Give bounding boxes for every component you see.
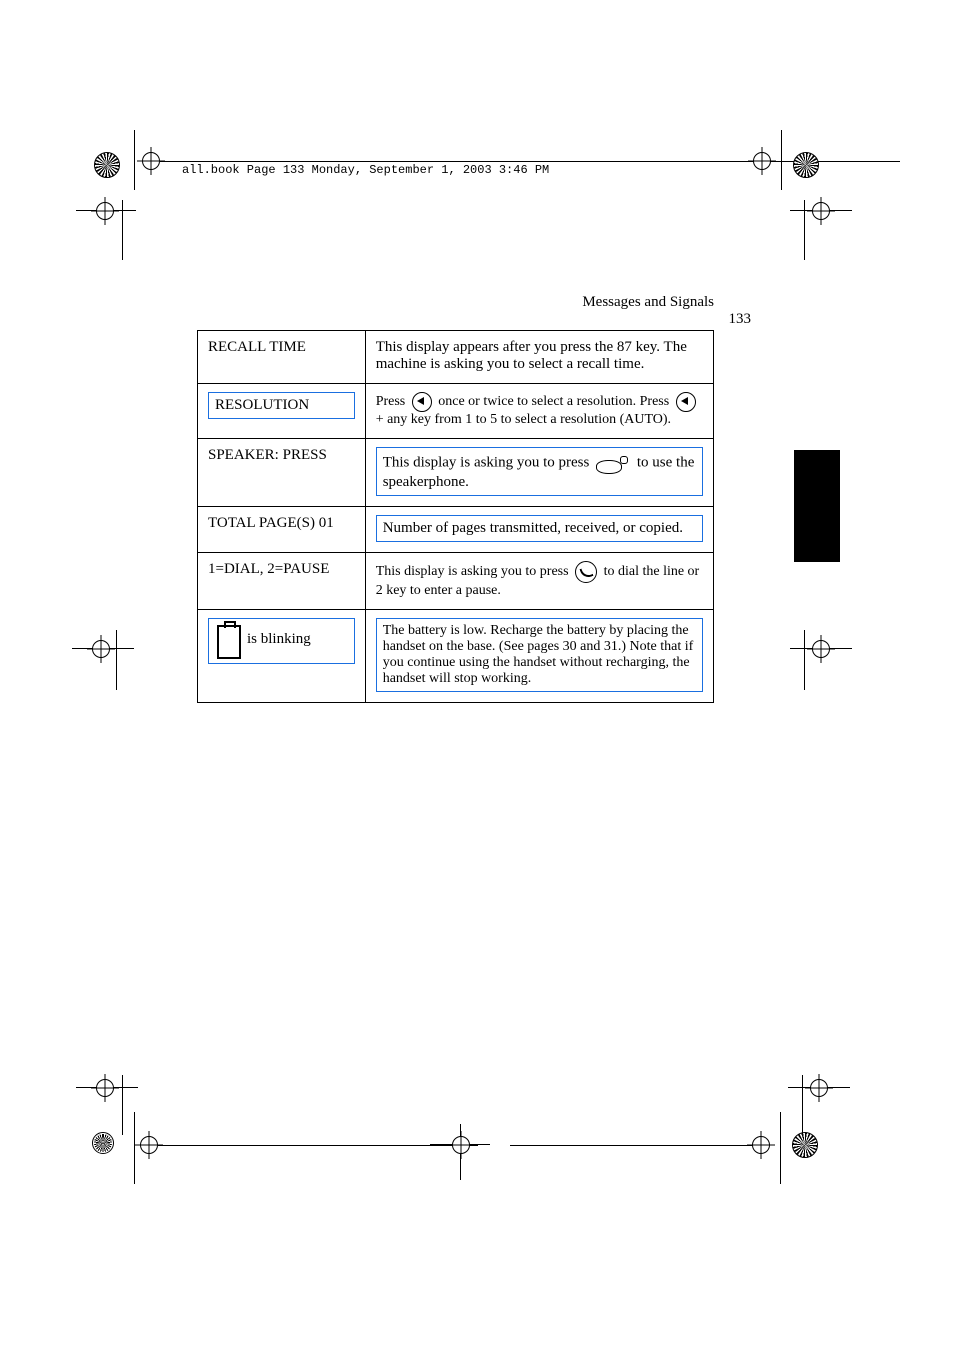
- desc-text: Number of pages transmitted, received, o…: [383, 520, 683, 536]
- message-cell: TOTAL PAGE(S) 01: [198, 507, 366, 553]
- message-cell: RECALL TIME: [198, 331, 366, 384]
- highlight-box: This display is asking you to press to u…: [376, 447, 703, 496]
- table-row: is blinking The battery is low. Recharge…: [198, 610, 714, 703]
- highlight-box: Number of pages transmitted, received, o…: [376, 515, 703, 542]
- running-head: Messages and Signals: [582, 294, 714, 311]
- message-cell: RESOLUTION: [198, 384, 366, 439]
- message-cell: SPEAKER: PRESS: [198, 439, 366, 507]
- left-arrow-key-icon: [676, 392, 696, 412]
- table-row: RESOLUTION Press once or twice to select…: [198, 384, 714, 439]
- desc-text-c: + any key from 1 to 5 to select a resolu…: [376, 412, 671, 427]
- speaker-key-icon: [596, 452, 630, 474]
- left-arrow-key-icon: [412, 392, 432, 412]
- table-row: 1=DIAL, 2=PAUSE This display is asking y…: [198, 553, 714, 610]
- highlight-box: The battery is low. Recharge the battery…: [376, 618, 703, 692]
- source-file-header: all.book Page 133 Monday, September 1, 2…: [182, 163, 549, 177]
- desc-text-a: This display is asking you to press: [376, 564, 572, 579]
- registration-cross-icon: [812, 640, 830, 658]
- message-cell: is blinking: [198, 610, 366, 703]
- page-number: 133: [729, 311, 752, 328]
- message-cell: 1=DIAL, 2=PAUSE: [198, 553, 366, 610]
- registration-cross-icon: [452, 1136, 470, 1154]
- registration-cross-icon: [96, 1079, 114, 1097]
- registration-pinwheel-icon: [792, 1132, 818, 1158]
- table-row: TOTAL PAGE(S) 01 Number of pages transmi…: [198, 507, 714, 553]
- description-cell: This display is asking you to press to d…: [365, 553, 713, 610]
- registration-pinwheel-icon: [793, 152, 819, 178]
- source-file-text: all.book Page 133 Monday, September 1, 2…: [182, 161, 549, 177]
- thumb-index-tab: [794, 450, 840, 562]
- registration-cross-icon: [753, 152, 771, 170]
- description-cell: Number of pages transmitted, received, o…: [365, 507, 713, 553]
- registration-cross-icon: [812, 202, 830, 220]
- desc-text: The battery is low. Recharge the battery…: [383, 623, 694, 686]
- message-text: RESOLUTION: [215, 397, 309, 413]
- message-text: is blinking: [247, 623, 311, 648]
- registration-cross-icon: [752, 1136, 770, 1154]
- description-cell: This display is asking you to press to u…: [365, 439, 713, 507]
- description-cell: Press once or twice to select a resoluti…: [365, 384, 713, 439]
- desc-text-b: once or twice to select a resolution. Pr…: [438, 394, 672, 409]
- registration-cross-icon: [92, 640, 110, 658]
- table-row: SPEAKER: PRESS This display is asking yo…: [198, 439, 714, 507]
- battery-icon: [217, 625, 241, 659]
- highlight-box: is blinking: [208, 618, 355, 664]
- registration-cross-icon: [142, 152, 160, 170]
- desc-text-a: This display is asking you to press: [383, 454, 593, 470]
- description-cell: The battery is low. Recharge the battery…: [365, 610, 713, 703]
- highlight-box: RESOLUTION: [208, 392, 355, 419]
- messages-table: RECALL TIME This display appears after y…: [197, 330, 714, 703]
- registration-cross-icon: [140, 1136, 158, 1154]
- table-row: RECALL TIME This display appears after y…: [198, 331, 714, 384]
- registration-cross-icon: [96, 202, 114, 220]
- registration-dot-icon: [92, 1132, 114, 1154]
- dial-key-icon: [575, 561, 597, 583]
- desc-text-a: Press: [376, 394, 409, 409]
- description-cell: This display appears after you press the…: [365, 331, 713, 384]
- registration-cross-icon: [810, 1079, 828, 1097]
- registration-pinwheel-icon: [94, 152, 120, 178]
